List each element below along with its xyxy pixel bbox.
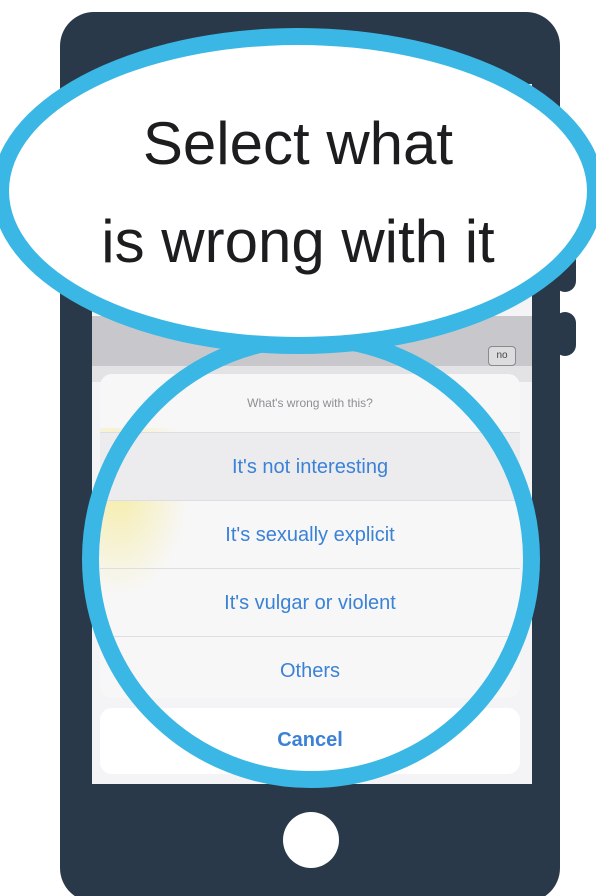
tutorial-illustration: no What's wrong with this? It's not inte… — [0, 0, 596, 896]
cancel-button[interactable]: Cancel — [100, 708, 520, 774]
action-sheet-title: What's wrong with this? — [247, 396, 373, 410]
callout-line-1: Select what — [142, 110, 454, 177]
callout-text: Select what is wrong with it — [9, 45, 587, 337]
callout-line-2: is wrong with it — [101, 208, 495, 275]
action-sheet: What's wrong with this? It's not interes… — [100, 374, 520, 698]
home-button[interactable] — [283, 812, 339, 868]
no-badge[interactable]: no — [488, 346, 516, 366]
option-not-interesting[interactable]: It's not interesting — [100, 432, 520, 501]
option-others[interactable]: Others — [100, 636, 520, 698]
option-sexually-explicit[interactable]: It's sexually explicit — [100, 500, 520, 569]
option-vulgar-or-violent[interactable]: It's vulgar or violent — [100, 568, 520, 637]
callout-bubble: Select what is wrong with it — [0, 28, 596, 354]
